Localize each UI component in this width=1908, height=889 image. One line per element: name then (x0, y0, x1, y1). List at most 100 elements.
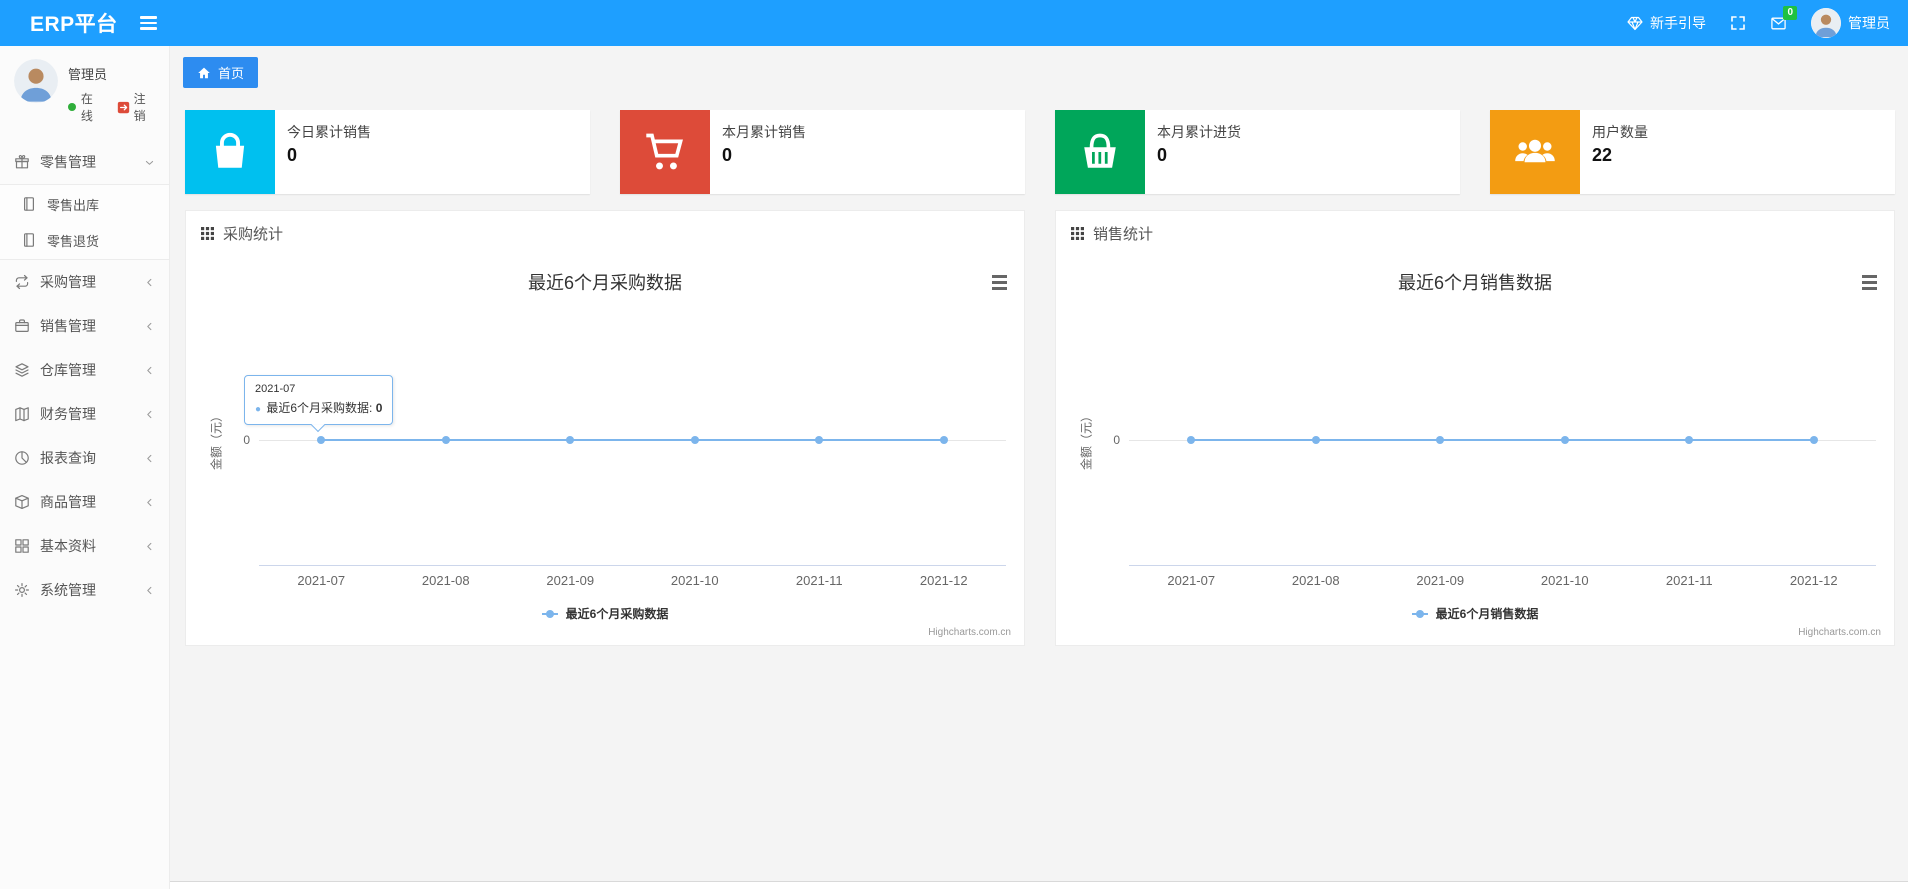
chart-menu-button[interactable] (1857, 271, 1881, 293)
shopping-bag-icon (185, 110, 275, 194)
x-axis-label: 2021-12 (919, 573, 968, 588)
shopping-cart-icon (620, 110, 710, 194)
legend-label: 最近6个月采购数据 (565, 607, 669, 621)
sidebar-subitem[interactable]: 零售出库 (0, 186, 169, 222)
x-axis-label: 2021-08 (421, 573, 470, 588)
data-point-marker[interactable] (690, 436, 699, 444)
th-grid-icon (201, 226, 214, 240)
chevron-left-icon (144, 585, 155, 596)
x-axis-label: 2021-08 (1291, 573, 1340, 588)
sidebar-item-label: 销售管理 (40, 318, 96, 334)
x-axis-label: 2021-10 (670, 573, 719, 588)
stat-cards-row: 今日累计销售 0 本月累计销售 0 本月累计进货 0 用户数量 22 (185, 110, 1895, 194)
x-axis-label: 2021-11 (1665, 573, 1713, 588)
data-point-marker[interactable] (1187, 436, 1196, 444)
data-point-marker[interactable] (566, 436, 575, 444)
journal-icon (21, 196, 37, 212)
legend-item[interactable]: 最近6个月采购数据 (186, 605, 1024, 622)
highcharts-credit[interactable]: Highcharts.com.cn (1798, 627, 1881, 638)
sidebar-item[interactable]: 商品管理 (0, 480, 169, 524)
sidebar-item[interactable]: 采购管理 (0, 260, 169, 304)
messages-button[interactable]: 0 (1770, 5, 1797, 32)
stat-card: 今日累计销售 0 (185, 110, 590, 194)
fullscreen-button[interactable] (1730, 15, 1746, 31)
purchase-chart: 最近6个月采购数据 金额（元） 0 2021-07 2021-08 2021-09 2021… (186, 255, 1024, 645)
data-point-marker[interactable] (939, 436, 948, 444)
sidebar-item[interactable]: 系统管理 (0, 568, 169, 612)
logout-link[interactable]: 注销 (117, 90, 157, 124)
x-axis-line (1129, 565, 1876, 566)
data-point-marker[interactable] (1685, 436, 1694, 444)
data-point-marker[interactable] (1809, 436, 1818, 444)
x-axis-label: 2021-09 (1416, 573, 1465, 588)
user-menu[interactable]: 管理员 (1811, 8, 1890, 38)
avatar (14, 59, 58, 103)
charts-row: 采购统计 最近6个月采购数据 金额（元） 0 2021-07 2021-08 2021-0… (185, 210, 1895, 646)
data-point-marker[interactable] (1560, 436, 1569, 444)
stat-card-value: 22 (1592, 145, 1613, 165)
purchase-stats-panel: 采购统计 最近6个月采购数据 金额（元） 0 2021-07 2021-08 2021-0… (185, 210, 1025, 646)
breadcrumb: 首页 (170, 46, 1908, 88)
data-point-marker[interactable] (815, 436, 824, 444)
sidebar-item-label: 财务管理 (40, 406, 96, 422)
guide-label: 新手引导 (1650, 15, 1706, 31)
sidebar-item-label: 仓库管理 (40, 362, 96, 378)
chevron-left-icon (144, 365, 155, 376)
tab-home-label: 首页 (218, 66, 245, 81)
sidebar-item[interactable]: 销售管理 (0, 304, 169, 348)
highcharts-credit[interactable]: Highcharts.com.cn (928, 627, 1011, 638)
stat-card-value: 0 (722, 145, 733, 165)
sidebar-item[interactable]: 仓库管理 (0, 348, 169, 392)
data-point-marker[interactable] (1436, 436, 1445, 444)
pie-chart-icon (14, 450, 30, 466)
stat-card-title: 本月累计销售 (722, 124, 806, 140)
data-point-marker[interactable] (317, 436, 326, 444)
sidebar: 管理员 在线 注销 零售管理 零售出库零售退货采购管理销售管理仓库管理财务管理报表… (0, 46, 170, 889)
gem-icon (1627, 15, 1643, 31)
username: 管理员 (1848, 15, 1890, 31)
sidebar-subitem[interactable]: 零售退货 (0, 222, 169, 258)
data-point-marker[interactable] (1311, 436, 1320, 444)
series-line (321, 439, 944, 441)
chart-title: 最近6个月采购数据 (527, 273, 682, 293)
chart-menu-button[interactable] (987, 271, 1011, 293)
sidebar-item[interactable]: 财务管理 (0, 392, 169, 436)
x-axis-line (259, 565, 1006, 566)
series-line (1191, 439, 1814, 441)
sidebar-item-label: 报表查询 (40, 450, 96, 466)
x-axis-label: 2021-11 (795, 573, 843, 588)
app-brand: ERP平台 (30, 13, 118, 36)
x-axis-label: 2021-12 (1789, 573, 1838, 588)
footer (170, 881, 1908, 889)
x-axis-label: 2021-07 (297, 573, 346, 588)
sidebar-toggle-button[interactable] (139, 16, 157, 30)
tab-home[interactable]: 首页 (183, 57, 259, 88)
tooltip-category: 2021-07 (255, 383, 296, 395)
legend-item[interactable]: 最近6个月销售数据 (1056, 605, 1894, 622)
chevron-left-icon (144, 277, 155, 288)
main-content: 首页 今日累计销售 0 本月累计销售 0 本月累计进货 0 用户数量 22 采购统计 最近6个… (170, 46, 1908, 889)
chevron-left-icon (144, 321, 155, 332)
stat-card-title: 今日累计销售 (287, 124, 371, 140)
fullscreen-icon (1730, 15, 1746, 31)
sidebar-item[interactable]: 基本资料 (0, 524, 169, 568)
y-axis-tick: 0 (1113, 433, 1120, 447)
journal-icon (21, 232, 37, 248)
sales-chart: 最近6个月销售数据 金额（元） 0 2021-07 2021-08 2021-09 2021… (1056, 255, 1894, 645)
sidebar-subitem-label: 零售退货 (47, 233, 100, 249)
user-panel: 管理员 在线 注销 (0, 46, 169, 134)
data-point-marker[interactable] (441, 436, 450, 444)
guide-button[interactable]: 新手引导 (1627, 13, 1706, 33)
sidebar-item-label: 商品管理 (40, 494, 96, 510)
sidebar-item-label: 采购管理 (40, 274, 96, 290)
briefcase-icon (14, 318, 30, 334)
stat-card: 本月累计销售 0 (620, 110, 1025, 194)
repeat-icon (14, 274, 30, 290)
sidebar-item[interactable]: 报表查询 (0, 436, 169, 480)
chevron-left-icon (144, 497, 155, 508)
sidebar-item[interactable]: 零售管理 (0, 140, 169, 184)
x-axis-label: 2021-10 (1540, 573, 1589, 588)
stat-card-value: 0 (1157, 145, 1168, 165)
sales-stats-panel: 销售统计 最近6个月销售数据 金额（元） 0 2021-07 2021-08 2021-0… (1055, 210, 1895, 646)
avatar (1811, 8, 1841, 38)
